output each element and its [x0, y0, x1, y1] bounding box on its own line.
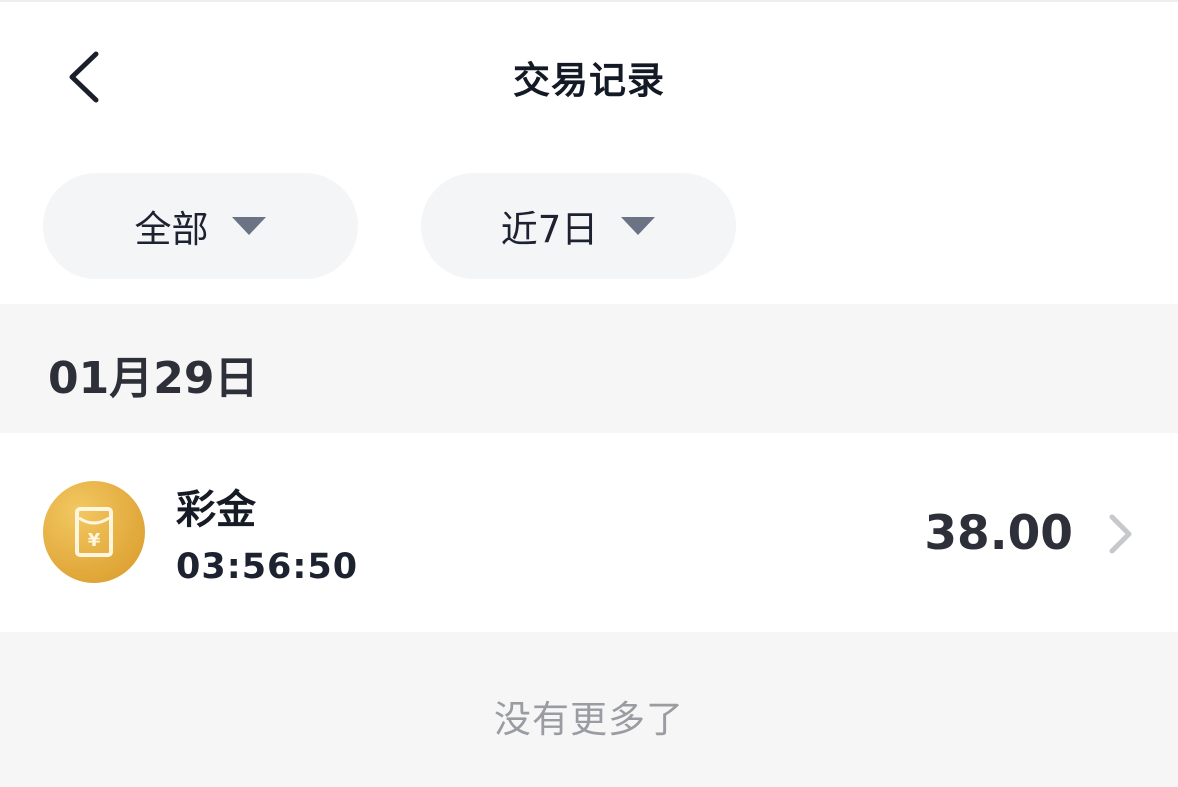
filter-date-label: 近7日: [500, 208, 599, 251]
filter-type-label: 全部: [134, 208, 209, 251]
transaction-row[interactable]: ¥ 彩金 03:56:50 38.00: [0, 433, 1178, 632]
header-bar: 交易记录: [0, 0, 1178, 150]
transaction-amount: 38.00: [924, 506, 1073, 561]
date-label: 01月29日: [48, 353, 259, 404]
red-packet-icon: ¥: [43, 481, 145, 583]
transaction-time: 03:56:50: [176, 547, 359, 587]
no-more-text: 没有更多了: [494, 698, 684, 741]
filter-type-dropdown[interactable]: 全部: [43, 173, 358, 279]
caret-down-icon: [231, 217, 266, 235]
page-title: 交易记录: [513, 59, 665, 102]
transaction-name: 彩金: [176, 487, 256, 533]
list-footer: 没有更多了: [0, 632, 1178, 787]
date-group-header: 01月29日: [0, 304, 1178, 433]
svg-text:¥: ¥: [88, 530, 101, 551]
chevron-right-icon: [1109, 514, 1132, 554]
filter-date-dropdown[interactable]: 近7日: [421, 173, 736, 279]
caret-down-icon: [621, 217, 656, 235]
